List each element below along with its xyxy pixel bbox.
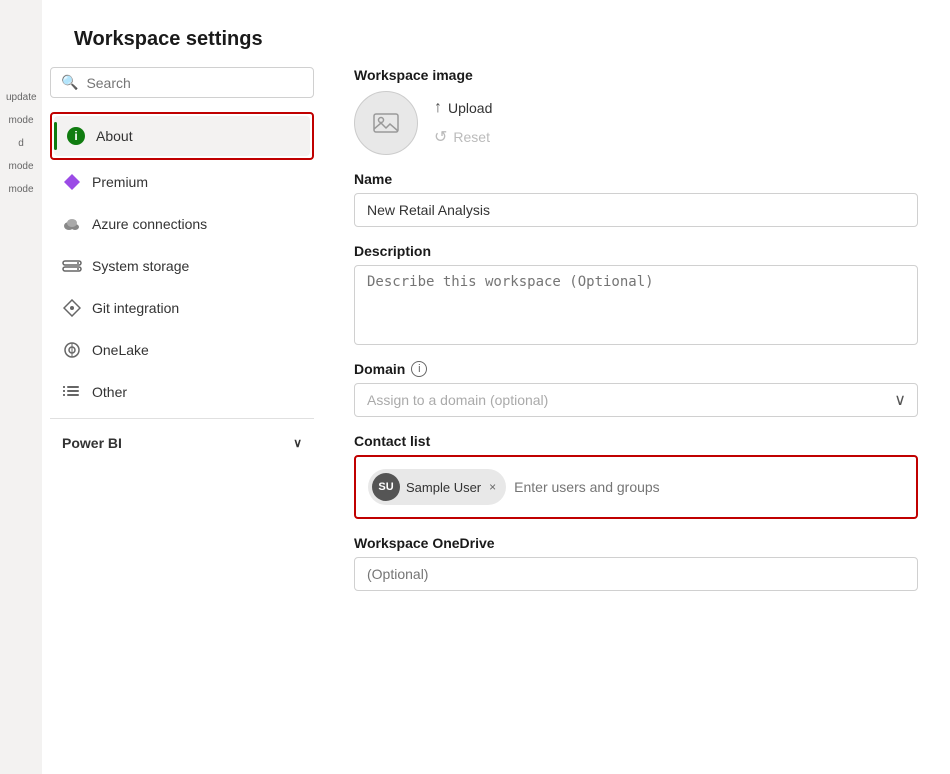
content-row: 🔍 i About <box>42 67 950 774</box>
onedrive-input[interactable] <box>354 557 918 591</box>
left-strip-d[interactable]: d <box>0 134 42 153</box>
reset-icon: ↺ <box>434 127 447 147</box>
workspace-image-placeholder <box>354 91 418 155</box>
onedrive-label: Workspace OneDrive <box>354 535 918 551</box>
sidebar: 🔍 i About <box>42 67 322 774</box>
sidebar-item-onelake-label: OneLake <box>92 342 149 358</box>
contact-name: Sample User <box>406 480 481 495</box>
contact-list-inner: SU Sample User × <box>368 469 904 505</box>
sidebar-item-onelake[interactable]: OneLake <box>50 330 314 370</box>
sidebar-item-git[interactable]: Git integration <box>50 288 314 328</box>
git-icon <box>62 298 82 318</box>
contact-remove-button[interactable]: × <box>487 480 498 494</box>
sidebar-item-azure[interactable]: Azure connections <box>50 204 314 244</box>
premium-icon <box>62 172 82 192</box>
image-actions: ↑ Upload ↺ Reset <box>434 97 492 149</box>
left-nav-strip: update mode d mode mode <box>0 0 42 774</box>
page-title: Workspace settings <box>42 0 950 67</box>
onedrive-field: Workspace OneDrive <box>354 535 918 591</box>
description-label: Description <box>354 243 918 259</box>
contact-list-label: Contact list <box>354 433 918 449</box>
left-strip-mode1[interactable]: mode <box>0 111 42 130</box>
sidebar-item-about-wrapper: i About <box>50 112 314 160</box>
sidebar-item-git-label: Git integration <box>92 300 179 316</box>
left-strip-update[interactable]: update <box>0 88 42 107</box>
workspace-image-label: Workspace image <box>354 67 918 83</box>
sidebar-section-powerbi[interactable]: Power BI ∨ <box>50 425 314 461</box>
sidebar-divider <box>50 418 314 419</box>
powerbi-section-label: Power BI <box>62 435 122 451</box>
name-input[interactable] <box>354 193 918 227</box>
domain-label: Domain <box>354 361 405 377</box>
onelake-icon <box>62 340 82 360</box>
sidebar-item-about-label: About <box>96 128 133 144</box>
sidebar-item-other[interactable]: Other <box>50 372 314 412</box>
reset-button[interactable]: ↺ Reset <box>434 125 492 149</box>
description-field: Description <box>354 243 918 345</box>
contact-input[interactable] <box>514 479 904 495</box>
search-icon: 🔍 <box>61 74 78 91</box>
description-input[interactable] <box>354 265 918 345</box>
sidebar-item-azure-label: Azure connections <box>92 216 207 232</box>
contact-avatar: SU <box>372 473 400 501</box>
image-row: ↑ Upload ↺ Reset <box>354 91 918 155</box>
upload-icon: ↑ <box>434 99 442 117</box>
workspace-image-section: Workspace image ↑ Upload <box>354 67 918 155</box>
sidebar-item-premium-label: Premium <box>92 174 148 190</box>
contact-list-field: Contact list SU Sample User × <box>354 433 918 519</box>
upload-button[interactable]: ↑ Upload <box>434 97 492 119</box>
storage-icon <box>62 256 82 276</box>
left-strip-mode2[interactable]: mode <box>0 157 42 176</box>
name-field: Name <box>354 171 918 227</box>
domain-info-icon[interactable]: i <box>411 361 427 377</box>
search-box[interactable]: 🔍 <box>50 67 314 98</box>
chevron-down-icon: ∨ <box>293 436 302 450</box>
domain-select[interactable]: Assign to a domain (optional) <box>354 383 918 417</box>
form-area: Workspace image ↑ Upload <box>322 67 950 774</box>
about-icon-wrapper: i <box>66 126 86 146</box>
main-panel: Workspace settings 🔍 i About <box>42 0 950 774</box>
left-strip-mode3[interactable]: mode <box>0 180 42 199</box>
sidebar-item-about[interactable]: i About <box>54 116 310 156</box>
search-input[interactable] <box>86 75 303 91</box>
contact-chip-sample-user: SU Sample User × <box>368 469 506 505</box>
domain-label-row: Domain i <box>354 361 918 377</box>
domain-field: Domain i Assign to a domain (optional) ∨ <box>354 361 918 417</box>
info-icon: i <box>67 127 85 145</box>
contact-list-section: SU Sample User × <box>354 455 918 519</box>
sidebar-item-storage-label: System storage <box>92 258 189 274</box>
other-icon <box>62 382 82 402</box>
domain-select-wrapper: Assign to a domain (optional) ∨ <box>354 383 918 417</box>
name-label: Name <box>354 171 918 187</box>
cloud-icon <box>62 214 82 234</box>
sidebar-item-storage[interactable]: System storage <box>50 246 314 286</box>
sidebar-item-other-label: Other <box>92 384 127 400</box>
sidebar-item-premium[interactable]: Premium <box>50 162 314 202</box>
